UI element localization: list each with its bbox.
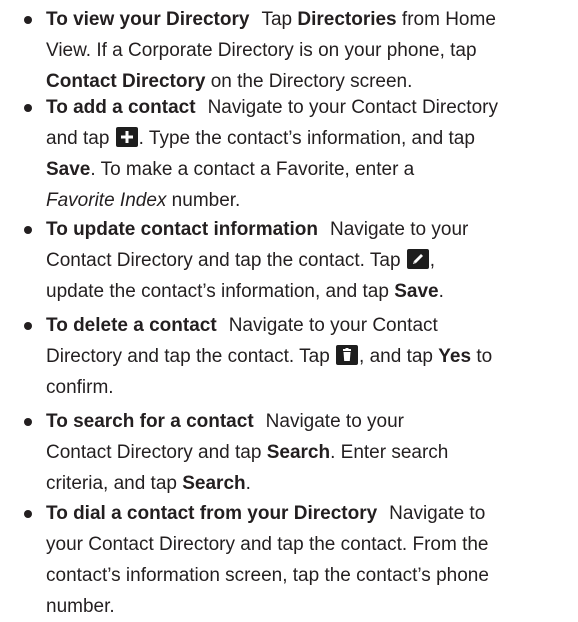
item-text: and tap: [46, 128, 115, 149]
bullet: [24, 510, 32, 518]
item-text: number.: [166, 190, 241, 211]
item-italic-text: Favorite Index: [46, 190, 167, 211]
item-text: Contact Directory and tap the contact. T…: [46, 250, 406, 271]
item-text: on the Directory screen.: [205, 71, 413, 92]
item-text: Directory and tap the contact. Tap: [46, 346, 336, 367]
item-text: ,: [429, 250, 436, 271]
list-item-search-contact: To search for a contact Navigate to your …: [24, 406, 566, 499]
list-item-update-contact: To update contact information Navigate to…: [24, 214, 566, 307]
item-heading: To update contact information: [46, 219, 318, 240]
bullet: [24, 104, 32, 112]
item-text: . Enter search: [330, 442, 449, 463]
item-text: Navigate to your Contact: [228, 315, 438, 336]
list-item-dial-contact: To dial a contact from your Directory Nav…: [24, 498, 566, 622]
item-bold-text: Yes: [438, 346, 472, 367]
item-text: .: [438, 281, 444, 302]
item-heading: To search for a contact: [46, 411, 254, 432]
item-bold-text: Directories: [297, 9, 397, 30]
instructions-list: To view your Directory Tap Directories fr…: [0, 0, 578, 617]
item-text: . Type the contact’s information, and ta…: [138, 128, 475, 149]
item-text: criteria, and tap: [46, 473, 183, 494]
item-text: View. If a Corporate Directory is on you…: [46, 40, 477, 61]
bullet: [24, 226, 32, 234]
plus-icon: [115, 127, 138, 147]
list-item-view-directory: To view your Directory Tap Directories fr…: [24, 4, 566, 97]
item-text: Navigate to: [389, 503, 486, 524]
pencil-icon: [406, 249, 429, 269]
item-bold-text: Save: [46, 159, 91, 180]
item-heading: To add a contact: [46, 97, 196, 118]
item-text: update the contact’s information, and ta…: [46, 281, 395, 302]
list-item-delete-contact: To delete a contact Navigate to your Cont…: [24, 310, 566, 403]
item-heading: To view your Directory: [46, 9, 250, 30]
item-text: from Home: [396, 9, 496, 30]
item-text: , and tap: [359, 346, 439, 367]
item-text: contact’s information screen, tap the co…: [46, 565, 489, 586]
item-text: Navigate to your Contact Directory: [207, 97, 498, 118]
list-item-add-contact: To add a contact Navigate to your Contact…: [24, 92, 566, 216]
item-bold-text: Contact Directory: [46, 71, 206, 92]
bullet: [24, 418, 32, 426]
item-heading: To dial a contact from your Directory: [46, 503, 378, 524]
item-bold-text: Search: [182, 473, 246, 494]
item-text: your Contact Directory and tap the conta…: [46, 534, 489, 555]
item-text: to: [471, 346, 493, 367]
bullet: [24, 16, 32, 24]
item-bold-text: Save: [394, 281, 439, 302]
bullet: [24, 322, 32, 330]
item-text: .: [245, 473, 251, 494]
item-text: Navigate to your: [265, 411, 405, 432]
item-text: Navigate to your: [329, 219, 469, 240]
item-heading: To delete a contact: [46, 315, 217, 336]
trash-icon: [336, 345, 359, 365]
item-bold-text: Search: [266, 442, 331, 463]
item-text: Tap: [261, 9, 298, 30]
item-text: Contact Directory and tap: [46, 442, 267, 463]
item-text: . To make a contact a Favorite, enter a: [90, 159, 415, 180]
item-text: confirm.: [46, 377, 114, 398]
